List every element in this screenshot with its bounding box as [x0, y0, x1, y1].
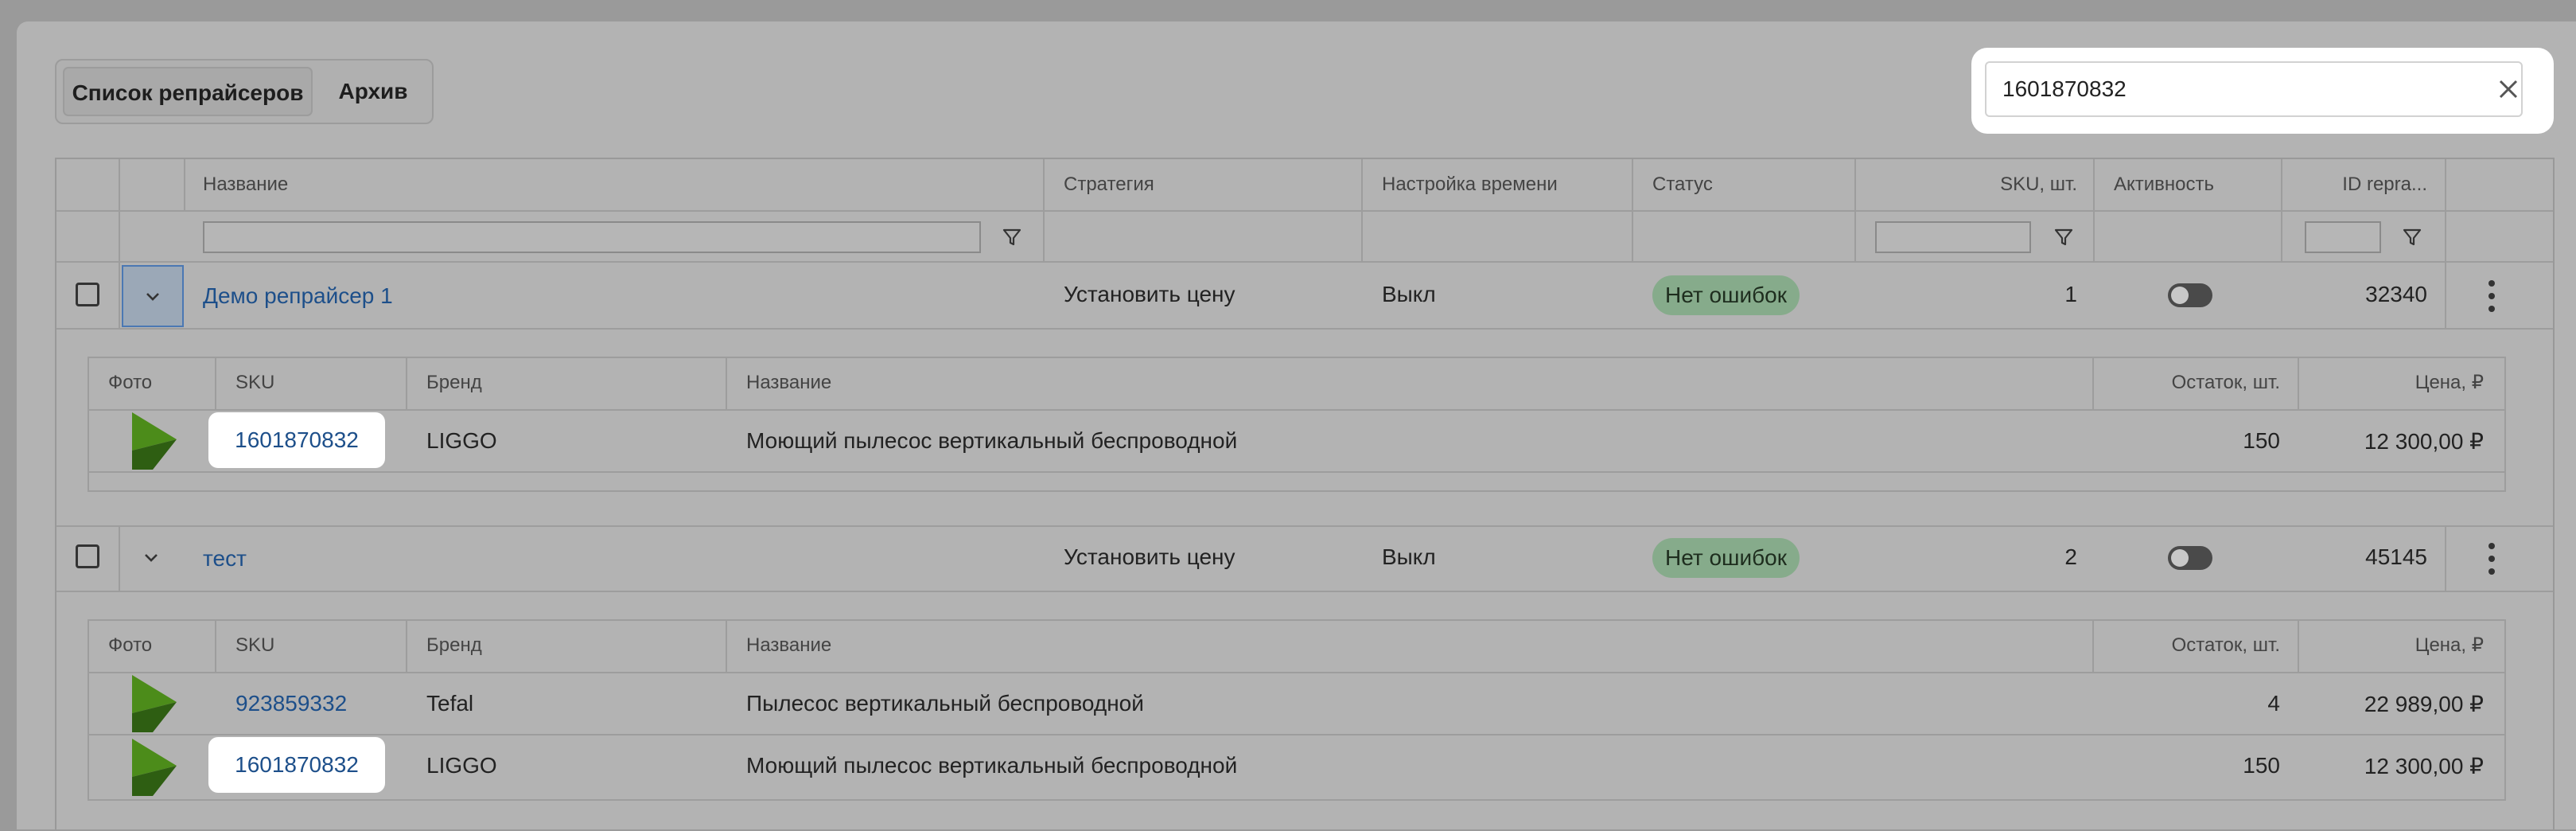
- expanded-area: Фото SKU Бренд Название Остаток, шт. Цен…: [56, 330, 2553, 527]
- activity-toggle[interactable]: [2168, 546, 2212, 570]
- product-sku-link[interactable]: 1601870832: [208, 412, 385, 468]
- col-header-activity[interactable]: Активность: [2114, 159, 2214, 210]
- sub-header-stock: Остаток, шт.: [2171, 372, 2280, 393]
- chevron-down-icon[interactable]: [140, 546, 162, 568]
- sub-header-brand: Бренд: [426, 372, 482, 393]
- repricer-id: 32340: [2365, 282, 2427, 306]
- col-header-id[interactable]: ID repra...: [2300, 159, 2427, 210]
- repricer-time-setting: Выкл: [1382, 282, 1436, 306]
- activity-toggle[interactable]: [2168, 283, 2212, 307]
- kebab-icon[interactable]: [2488, 541, 2496, 576]
- kebab-icon[interactable]: [2488, 279, 2496, 314]
- filter-row: [56, 212, 2553, 263]
- product-stock: 150: [2243, 428, 2280, 453]
- repricer-time-setting: Выкл: [1382, 544, 1436, 569]
- tab-archive[interactable]: Архив: [319, 67, 427, 116]
- sku-highlight[interactable]: 1601870832: [208, 412, 385, 468]
- product-name: Моющий пылесос вертикальный беспроводной: [746, 428, 1238, 453]
- product-subtable: Фото SKU Бренд Название Остаток, шт. Цен…: [88, 357, 2506, 492]
- product-sku-link[interactable]: 923859332: [235, 691, 347, 716]
- sub-header-brand: Бренд: [426, 634, 482, 656]
- product-price: 22 989,00 ₽: [2364, 692, 2484, 716]
- repricer-sku-count: 2: [2064, 544, 2077, 569]
- product-price: 12 300,00 ₽: [2364, 754, 2484, 778]
- col-header-sku-count[interactable]: SKU, шт.: [1886, 159, 2077, 210]
- sub-header-name: Название: [746, 634, 832, 656]
- repricer-strategy: Установить цену: [1064, 282, 1235, 306]
- sub-header-price: Цена, ₽: [2415, 634, 2484, 656]
- product-brand: LIGGO: [426, 753, 497, 778]
- funnel-icon[interactable]: [1002, 227, 1022, 248]
- row-checkbox[interactable]: [76, 544, 99, 568]
- repricer-name-link[interactable]: Демо репрайсер 1: [203, 283, 393, 309]
- product-price: 12 300,00 ₽: [2364, 429, 2484, 454]
- col-header-name[interactable]: Название: [203, 159, 288, 210]
- chevron-down-icon: [146, 293, 159, 301]
- funnel-icon[interactable]: [2402, 227, 2422, 248]
- play-logo-icon: [132, 739, 177, 796]
- col-header-time-setting[interactable]: Настройка времени: [1382, 159, 1558, 210]
- close-icon[interactable]: [2492, 73, 2524, 105]
- sku-filter-input[interactable]: [1875, 221, 2031, 253]
- repricer-table: Название Стратегия Настройка времени Ста…: [55, 158, 2555, 829]
- sub-header-sku: SKU: [235, 372, 275, 393]
- repricer-name-link[interactable]: тест: [203, 546, 247, 572]
- name-filter-input[interactable]: [203, 221, 981, 253]
- sub-header-stock: Остаток, шт.: [2171, 634, 2280, 656]
- table-row[interactable]: Демо репрайсер 1 Установить цену Выкл Не…: [56, 263, 2553, 330]
- sub-header-photo: Фото: [108, 372, 153, 393]
- product-sku-link[interactable]: 1601870832: [208, 737, 385, 793]
- repricer-sku-count: 1: [2064, 282, 2077, 306]
- play-logo-icon: [132, 412, 177, 470]
- tab-group: Список репрайсеров Архив: [55, 59, 434, 124]
- sub-header-price: Цена, ₽: [2415, 372, 2484, 393]
- repricer-strategy: Установить цену: [1064, 544, 1235, 569]
- sub-header-name: Название: [746, 372, 832, 393]
- id-filter-input[interactable]: [2305, 221, 2381, 253]
- expanded-area: Фото SKU Бренд Название Остаток, шт. Цен…: [56, 592, 2553, 831]
- col-header-status[interactable]: Статус: [1652, 159, 1713, 210]
- sub-header-sku: SKU: [235, 634, 275, 656]
- table-header: Название Стратегия Настройка времени Ста…: [56, 159, 2553, 212]
- row-checkbox[interactable]: [76, 283, 99, 306]
- funnel-icon[interactable]: [2053, 227, 2074, 248]
- status-badge: Нет ошибок: [1652, 275, 1800, 315]
- sub-header-photo: Фото: [108, 634, 153, 656]
- search-highlight: [1971, 48, 2554, 134]
- product-stock: 4: [2267, 691, 2280, 716]
- product-subtable: Фото SKU Бренд Название Остаток, шт. Цен…: [88, 619, 2506, 801]
- tab-repricer-list[interactable]: Список репрайсеров: [63, 67, 313, 116]
- search-input[interactable]: [1985, 61, 2523, 117]
- play-logo-icon: [132, 675, 177, 732]
- table-row[interactable]: тест Установить цену Выкл Нет ошибок 2 4…: [56, 527, 2553, 592]
- status-badge: Нет ошибок: [1652, 538, 1800, 578]
- product-name: Пылесос вертикальный беспроводной: [746, 691, 1144, 716]
- product-brand: LIGGO: [426, 428, 497, 453]
- col-header-strategy[interactable]: Стратегия: [1064, 159, 1154, 210]
- expand-button[interactable]: [122, 265, 184, 327]
- sku-highlight[interactable]: 1601870832: [208, 737, 385, 793]
- product-name: Моющий пылесос вертикальный беспроводной: [746, 753, 1238, 778]
- product-brand: Tefal: [426, 691, 474, 716]
- product-stock: 150: [2243, 753, 2280, 778]
- repricer-id: 45145: [2365, 544, 2427, 569]
